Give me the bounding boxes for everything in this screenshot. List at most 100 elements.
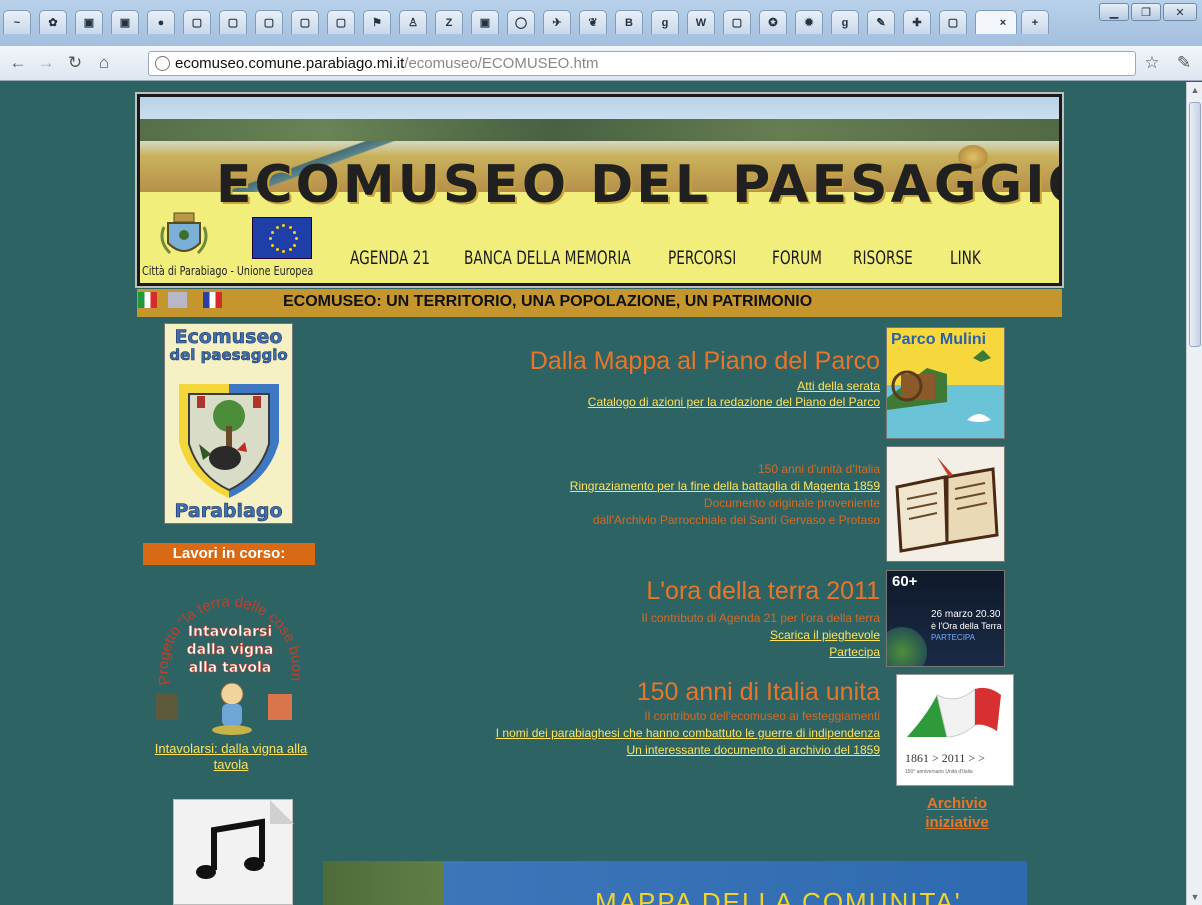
eu-star-icon bbox=[270, 243, 274, 247]
banner-title: ECOMUSEO DEL PAESAGGIO bbox=[216, 155, 1062, 215]
close-window-button[interactable]: ✕ bbox=[1163, 3, 1197, 21]
browser-tab[interactable]: ▣ bbox=[111, 10, 139, 34]
wrench-icon[interactable]: ✎ bbox=[1172, 52, 1196, 74]
music-document-icon[interactable] bbox=[173, 799, 294, 905]
yandex-icon: ~ bbox=[13, 16, 21, 29]
browser-tab[interactable]: ▢ bbox=[183, 10, 211, 34]
new-tab-button[interactable]: + bbox=[1021, 10, 1049, 34]
reload-icon[interactable]: ↻ bbox=[63, 52, 87, 74]
scroll-down-icon[interactable]: ▼ bbox=[1187, 889, 1202, 905]
blank-page-icon: ▢ bbox=[227, 17, 239, 29]
italia-150-thumbnail[interactable]: 1861 > 2011 > > 150° anniversario Unità … bbox=[896, 674, 1014, 786]
browser-tab[interactable]: ✪ bbox=[759, 10, 787, 34]
nav-forum[interactable]: FORUM bbox=[772, 247, 822, 269]
blank-page-icon: ▢ bbox=[191, 17, 203, 29]
active-tab[interactable]: × bbox=[975, 10, 1017, 34]
logo-line-2: del paesaggio bbox=[169, 346, 288, 365]
tree-line bbox=[140, 119, 1059, 141]
intavolarsi-link[interactable]: Intavolarsi: dalla vigna alla tavola bbox=[148, 741, 314, 773]
eu-star-icon bbox=[288, 225, 292, 229]
news-link[interactable]: Un interessante documento di archivio de… bbox=[627, 743, 881, 757]
news-link[interactable]: Atti della serata bbox=[797, 379, 880, 393]
blank-page-icon: ▢ bbox=[731, 17, 743, 29]
browser-tab[interactable]: ▢ bbox=[723, 10, 751, 34]
browser-tab[interactable]: ▢ bbox=[291, 10, 319, 34]
browser-tab[interactable]: ▢ bbox=[939, 10, 967, 34]
browser-tab[interactable]: ◯ bbox=[507, 10, 535, 34]
back-icon[interactable]: ← bbox=[6, 52, 30, 74]
news-text: dall'Archivio Parrocchiale dei Santi Ger… bbox=[592, 513, 880, 527]
parco-mulini-thumbnail[interactable]: Parco Mulini bbox=[886, 327, 1005, 439]
browser-tab[interactable]: ▢ bbox=[219, 10, 247, 34]
browser-tab[interactable]: ⚑ bbox=[363, 10, 391, 34]
old-book-thumbnail[interactable] bbox=[886, 446, 1005, 562]
french-flag-icon[interactable] bbox=[203, 292, 222, 308]
english-flag-icon[interactable] bbox=[168, 292, 187, 308]
nav-risorse[interactable]: RISORSE bbox=[853, 247, 913, 269]
crest-icon: ▣ bbox=[119, 17, 131, 29]
news-title: 150 anni di Italia unita bbox=[636, 678, 880, 706]
page-content: ECOMUSEO DEL PAESAGGIO Città di Parabiag… bbox=[0, 82, 1186, 905]
nav-agenda-21[interactable]: AGENDA 21 bbox=[350, 247, 430, 269]
vertical-scrollbar[interactable]: ▲ ▼ bbox=[1186, 82, 1202, 905]
crest-caption: Città di Parabiago - Unione Europea bbox=[142, 264, 314, 278]
browser-tab[interactable]: W bbox=[687, 10, 715, 34]
home-icon[interactable]: ⌂ bbox=[92, 52, 116, 74]
mappa-comunita-banner[interactable]: MAPPA DELLA COMUNITA' bbox=[323, 861, 1027, 905]
plus-box-icon: ✚ bbox=[912, 17, 922, 29]
ecomuseo-logo[interactable]: Ecomuseo del paesaggio Parabiago bbox=[164, 323, 293, 524]
news-link[interactable]: Partecipa bbox=[829, 645, 880, 659]
eu-flag-icon[interactable] bbox=[252, 217, 312, 259]
browser-tab[interactable]: ♙ bbox=[399, 10, 427, 34]
browser-tab[interactable]: ❦ bbox=[579, 10, 607, 34]
earth-hour-thumbnail[interactable]: 60+ 26 marzo 20.30 è l'Ora della Terra P… bbox=[886, 570, 1005, 667]
mappa-title: MAPPA DELLA COMUNITA' bbox=[595, 887, 962, 905]
browser-tab[interactable]: ✎ bbox=[867, 10, 895, 34]
address-bar[interactable]: ecomuseo.comune.parabiago.mi.it/ecomuseo… bbox=[148, 51, 1136, 76]
intavolarsi-project-graphic[interactable]: Progetto "la terra delle cose buone" Int… bbox=[150, 574, 310, 742]
forward-icon[interactable]: → bbox=[34, 52, 58, 74]
blank-page-icon: ▢ bbox=[263, 17, 275, 29]
browser-tab[interactable]: ▢ bbox=[327, 10, 355, 34]
news-link[interactable]: Catalogo di azioni per la redazione del … bbox=[588, 395, 880, 409]
browser-tab[interactable]: ✚ bbox=[903, 10, 931, 34]
browser-tab[interactable]: ✈ bbox=[543, 10, 571, 34]
news-text: Il contributo di Agenda 21 per l'ora del… bbox=[641, 611, 880, 625]
browser-tab[interactable]: ✿ bbox=[39, 10, 67, 34]
browser-tab[interactable]: ▣ bbox=[75, 10, 103, 34]
browser-tab[interactable]: ▢ bbox=[255, 10, 283, 34]
scrollbar-thumb[interactable] bbox=[1189, 102, 1201, 347]
browser-tab[interactable]: ~ bbox=[3, 10, 31, 34]
browser-tab[interactable]: ✹ bbox=[795, 10, 823, 34]
browser-tab[interactable]: B bbox=[615, 10, 643, 34]
browser-tab[interactable]: ● bbox=[147, 10, 175, 34]
eu-star-icon bbox=[269, 237, 272, 240]
browser-tab[interactable]: g bbox=[831, 10, 859, 34]
browser-toolbar: ← → ↻ ⌂ ecomuseo.comune.parabiago.mi.it/… bbox=[0, 46, 1202, 81]
browser-tab[interactable]: g bbox=[651, 10, 679, 34]
nav-percorsi[interactable]: PERCORSI bbox=[668, 247, 736, 269]
earth-globe-icon bbox=[887, 627, 927, 666]
news-title: L'ora della terra 2011 bbox=[646, 577, 880, 605]
archivio-iniziative-link[interactable]: Archivio iniziative bbox=[903, 794, 1011, 832]
close-tab-icon[interactable]: × bbox=[1000, 17, 1006, 29]
google-icon: g bbox=[841, 16, 849, 29]
paint-icon: ✎ bbox=[876, 17, 886, 29]
italian-flag-icon[interactable] bbox=[138, 292, 157, 308]
eu-star-icon bbox=[293, 243, 297, 247]
nav-link[interactable]: LINK bbox=[950, 247, 981, 269]
star-icon[interactable]: ☆ bbox=[1140, 52, 1164, 74]
news-title: Dalla Mappa al Piano del Parco bbox=[529, 347, 880, 375]
eu-star-icon bbox=[275, 248, 279, 252]
scroll-up-icon[interactable]: ▲ bbox=[1187, 82, 1202, 98]
browser-tab[interactable]: Z bbox=[435, 10, 463, 34]
maximize-button[interactable]: ❐ bbox=[1131, 3, 1161, 21]
minimize-button[interactable]: ▁ bbox=[1099, 3, 1129, 21]
city-crest-icon[interactable] bbox=[160, 209, 208, 259]
nav-banca-della-memoria[interactable]: BANCA DELLA MEMORIA bbox=[464, 247, 631, 269]
news-link[interactable]: Ringraziamento per la fine della battagl… bbox=[570, 479, 880, 493]
news-link[interactable]: Scarica il pieghevole bbox=[770, 628, 880, 642]
news-link[interactable]: I nomi dei parabiaghesi che hanno combat… bbox=[496, 726, 880, 740]
google-icon: g bbox=[661, 16, 669, 29]
browser-tab[interactable]: ▣ bbox=[471, 10, 499, 34]
